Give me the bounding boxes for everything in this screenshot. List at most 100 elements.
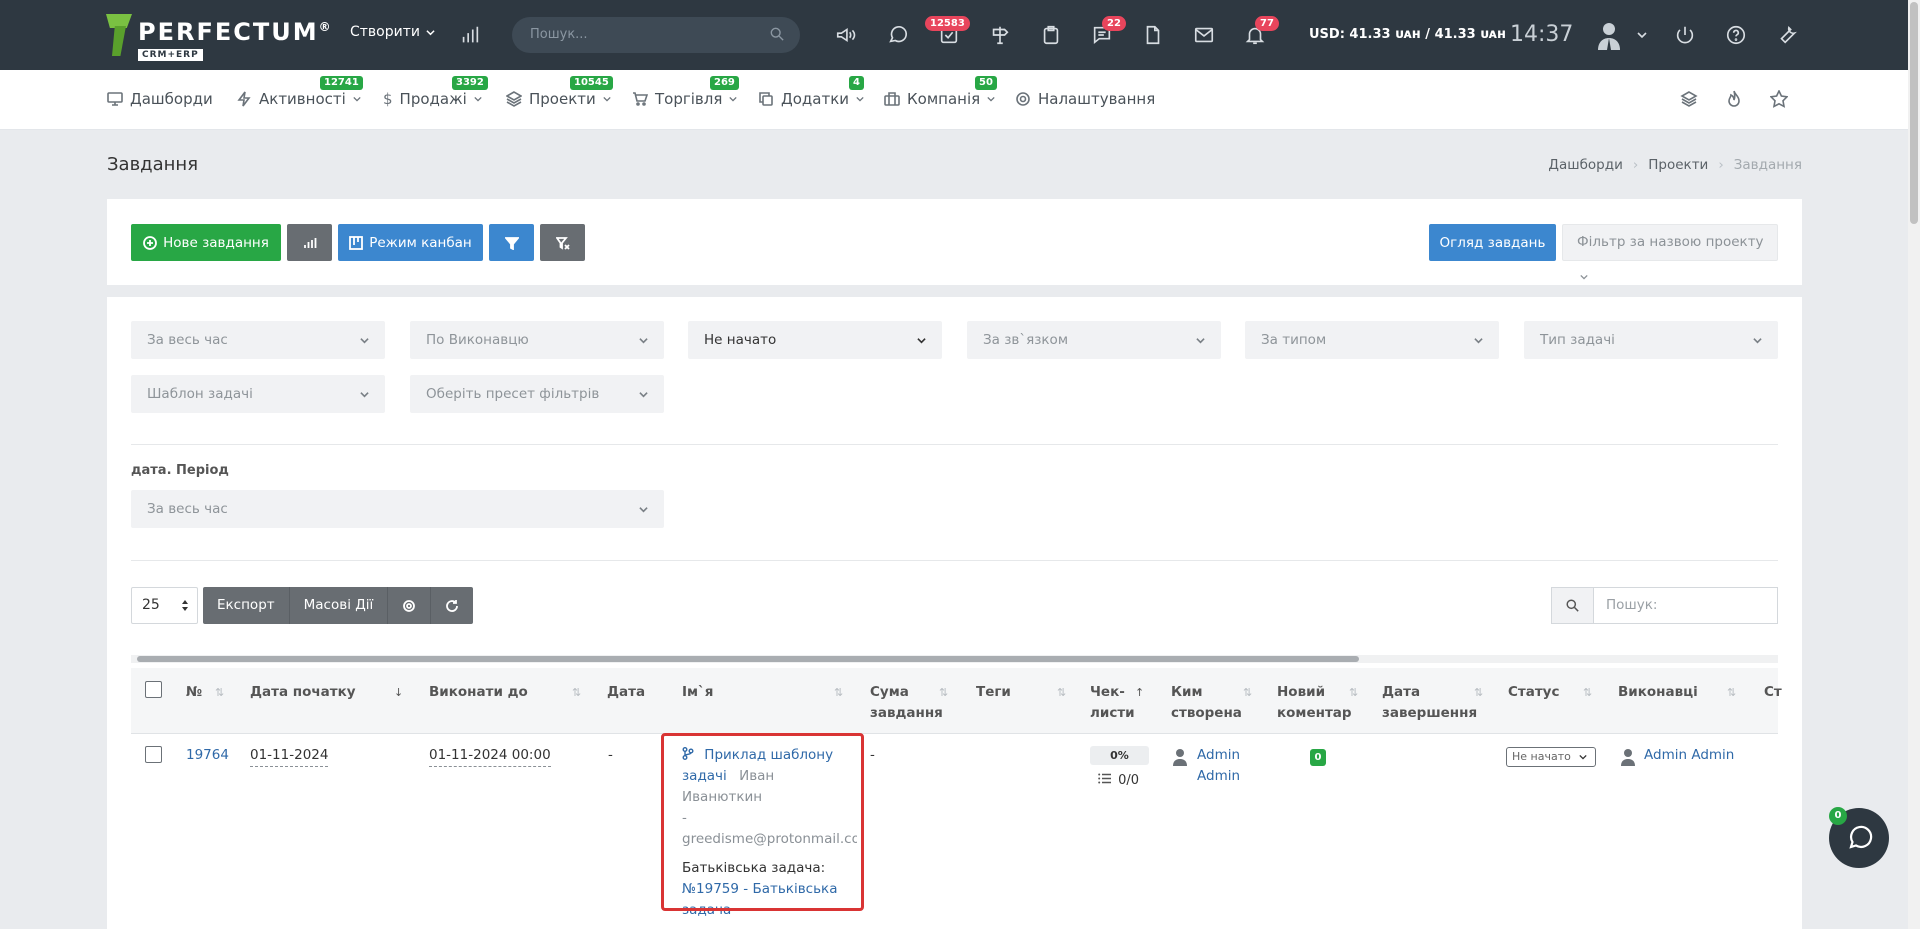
col-due-date[interactable]: Виконати до xyxy=(429,682,528,703)
export-button[interactable]: Експорт xyxy=(203,587,290,624)
vertical-scrollbar[interactable] xyxy=(1908,0,1920,929)
sort-icon[interactable]: ⇅ xyxy=(1057,686,1066,699)
star-icon[interactable] xyxy=(1770,90,1788,108)
clipboard-icon[interactable] xyxy=(1039,22,1063,48)
bulk-actions-button[interactable]: Масові Дії xyxy=(290,587,389,624)
tasks-check-icon[interactable]: 12583 xyxy=(925,16,970,48)
sort-icon[interactable]: ⇅ xyxy=(1727,686,1736,699)
user-icon xyxy=(1173,749,1187,766)
nav-label: Компанія xyxy=(907,90,981,108)
type-filter-select[interactable]: За типом xyxy=(1245,321,1499,359)
col-creator[interactable]: Ким створена xyxy=(1171,682,1242,724)
col-finish-date[interactable]: Дата завершення xyxy=(1382,682,1477,724)
template-filter-select[interactable]: Шаблон задачі xyxy=(131,375,385,413)
relation-filter-select[interactable]: За зв`язком xyxy=(967,321,1221,359)
breadcrumb-item[interactable]: Дашборди xyxy=(1548,157,1622,173)
user-menu-chevron-icon[interactable] xyxy=(1637,30,1647,40)
task-type-filter-select[interactable]: Тип задачі xyxy=(1524,321,1778,359)
nav-item-settings[interactable]: Налаштування xyxy=(1015,90,1155,108)
gear-icon xyxy=(1016,92,1030,106)
table-search-button[interactable] xyxy=(1551,587,1594,624)
nav-item-dashboards[interactable]: Дашборди xyxy=(107,90,213,108)
sort-icon[interactable]: ⇅ xyxy=(1349,686,1358,699)
col-checklists[interactable]: Чек-листи xyxy=(1090,682,1135,724)
logo[interactable]: PERFECTUM® CRM+ERP xyxy=(106,14,331,61)
row-status-select[interactable]: Не начато xyxy=(1506,747,1596,767)
fire-icon[interactable] xyxy=(1725,90,1743,108)
task-id-link[interactable]: 19764 xyxy=(186,745,229,766)
create-menu-button[interactable]: Створити xyxy=(350,24,435,40)
scrollbar-thumb[interactable] xyxy=(137,656,1359,662)
statistics-button[interactable] xyxy=(287,224,332,261)
chevron-down-icon xyxy=(1580,274,1588,280)
reports-chart-icon[interactable] xyxy=(458,22,482,48)
signpost-icon[interactable] xyxy=(988,22,1012,48)
new-comment-badge[interactable]: 0 xyxy=(1310,749,1326,766)
chat-bubble-icon[interactable] xyxy=(886,22,910,48)
col-date[interactable]: Дата xyxy=(607,682,645,703)
table-search-input[interactable]: Пошук: xyxy=(1593,587,1778,624)
user-avatar-icon[interactable] xyxy=(1596,20,1622,50)
sort-desc-icon[interactable]: ↓ xyxy=(394,686,403,699)
preset-filter-select[interactable]: Оберіть пресет фільтрів xyxy=(410,375,664,413)
sort-icon[interactable]: ⇅ xyxy=(939,686,948,699)
select-all-checkbox[interactable] xyxy=(145,681,162,698)
logo-registered: ® xyxy=(318,20,331,34)
nav-item-company[interactable]: Компанія 50 xyxy=(884,76,997,108)
row-checkbox[interactable] xyxy=(145,746,162,763)
document-icon[interactable] xyxy=(1141,22,1165,48)
sort-icon[interactable]: ⇅ xyxy=(1583,686,1592,699)
power-icon[interactable] xyxy=(1673,22,1697,48)
col-partial[interactable]: Ст xyxy=(1764,682,1782,703)
kanban-mode-button[interactable]: Режим канбан xyxy=(338,224,483,261)
column-settings-button[interactable] xyxy=(388,587,432,624)
task-overview-button[interactable]: Огляд завдань xyxy=(1429,224,1556,261)
megaphone-icon[interactable] xyxy=(834,22,858,48)
status-filter-select[interactable]: Не начато xyxy=(688,321,942,359)
sort-icon[interactable]: ⇅ xyxy=(215,686,224,699)
col-tags[interactable]: Теги xyxy=(976,682,1011,703)
sort-icon[interactable]: ⇅ xyxy=(1243,686,1252,699)
mail-icon[interactable] xyxy=(1192,22,1216,48)
page-size-select[interactable]: 25 xyxy=(131,587,198,624)
col-new-comment[interactable]: Новий коментар xyxy=(1277,682,1352,724)
col-sum[interactable]: Сума завдання xyxy=(870,682,943,724)
nav-item-trade[interactable]: Торгівля 269 xyxy=(632,76,739,108)
nav-item-activities[interactable]: Активності 12741 xyxy=(236,76,363,108)
nav-item-sales[interactable]: $ Продажі 3392 xyxy=(383,76,488,108)
col-name[interactable]: Ім`я xyxy=(682,682,713,703)
col-start-date[interactable]: Дата початку xyxy=(250,682,356,703)
chat-widget-button[interactable]: 0 xyxy=(1829,807,1889,868)
task-due-date[interactable]: 01-11-2024 00:00 xyxy=(429,745,551,767)
sort-asc-icon[interactable]: ↑ xyxy=(1135,686,1144,699)
clear-filter-button[interactable] xyxy=(540,224,585,261)
horizontal-scrollbar[interactable] xyxy=(131,655,1778,663)
assignee-link[interactable]: Admin Admin xyxy=(1644,745,1734,766)
new-task-button[interactable]: Нове завдання xyxy=(131,224,281,261)
wrench-icon[interactable] xyxy=(1775,22,1799,48)
assignee-filter-select[interactable]: По Виконавцю xyxy=(410,321,664,359)
refresh-button[interactable] xyxy=(431,587,473,624)
col-assignees[interactable]: Виконавці xyxy=(1618,682,1698,703)
sort-icon[interactable]: ⇅ xyxy=(834,686,843,699)
sort-icon[interactable]: ⇅ xyxy=(1474,686,1483,699)
messages-icon[interactable]: 22 xyxy=(1090,16,1126,48)
project-filter-dropdown[interactable]: Фільтр за назвою проекту xyxy=(1562,224,1778,280)
filter-button[interactable] xyxy=(489,224,534,261)
task-start-date[interactable]: 01-11-2024 xyxy=(250,745,329,767)
col-number[interactable]: № xyxy=(186,682,202,703)
help-icon[interactable] xyxy=(1724,22,1748,48)
scrollbar-thumb[interactable] xyxy=(1910,2,1918,224)
bell-icon[interactable]: 77 xyxy=(1243,16,1279,48)
period-filter-select[interactable]: За весь час xyxy=(131,321,385,359)
nav-item-addons[interactable]: Додатки 4 xyxy=(758,76,864,108)
layers-icon[interactable] xyxy=(1680,90,1698,108)
col-status[interactable]: Статус xyxy=(1508,682,1559,703)
breadcrumb-item[interactable]: Проекти xyxy=(1648,157,1708,173)
creator-link[interactable]: Admin Admin xyxy=(1197,745,1240,787)
checklist-count[interactable]: 0/0 xyxy=(1098,770,1139,791)
nav-item-projects[interactable]: Проекти 10545 xyxy=(506,76,613,108)
date-period-select[interactable]: За весь час xyxy=(131,490,664,528)
sort-icon[interactable]: ⇅ xyxy=(572,686,581,699)
global-search-input[interactable]: Пошук... xyxy=(512,17,800,53)
